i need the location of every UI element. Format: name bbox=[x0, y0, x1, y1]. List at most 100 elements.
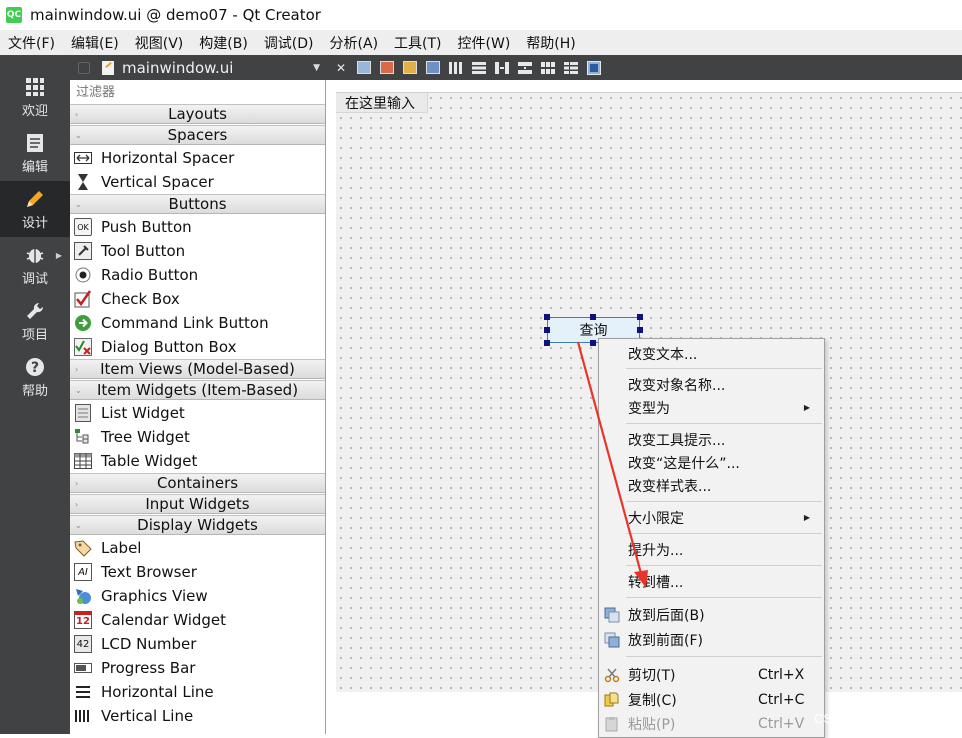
menu-change-object-name[interactable]: 改变对象名称... bbox=[599, 373, 824, 396]
category-label: Input Widgets bbox=[145, 495, 250, 513]
widget-calendar-widget[interactable]: 12 Calendar Widget bbox=[74, 608, 226, 632]
widget-filter-input[interactable] bbox=[70, 80, 325, 104]
category-item-widgets[interactable]: ⌄ Item Widgets (Item-Based) bbox=[70, 380, 325, 400]
category-buttons[interactable]: ⌄ Buttons bbox=[70, 194, 325, 214]
menu-change-stylesheet[interactable]: 改变样式表... bbox=[599, 474, 824, 497]
menu-go-to-slot[interactable]: 转到槽... bbox=[599, 570, 824, 593]
open-file-selector[interactable]: mainwindow.ui ▼ bbox=[70, 55, 328, 80]
menu-cut[interactable]: 剪切(T) Ctrl+X bbox=[599, 663, 824, 686]
lock-icon bbox=[78, 61, 90, 74]
mode-debug[interactable]: ▶ 调试 bbox=[0, 237, 70, 293]
submenu-arrow-icon: ▶ bbox=[803, 403, 810, 412]
layout-grid-icon[interactable] bbox=[539, 59, 557, 77]
expand-arrow-icon: ▶ bbox=[55, 251, 62, 260]
form-menu-bar-placeholder[interactable]: 在这里输入 bbox=[336, 93, 428, 113]
edit-tab-order-icon[interactable] bbox=[424, 59, 442, 77]
category-item-views[interactable]: › Item Views (Model-Based) bbox=[70, 359, 325, 379]
mode-label: 调试 bbox=[21, 271, 48, 287]
menu-view[interactable]: 视图(V) bbox=[127, 33, 192, 53]
menu-label: 变型为 bbox=[628, 400, 670, 417]
graphics-view-icon bbox=[74, 587, 92, 605]
widget-label: Tree Widget bbox=[101, 428, 190, 446]
submenu-arrow-icon: ▶ bbox=[803, 513, 810, 522]
edit-signals-slots-icon[interactable] bbox=[378, 59, 396, 77]
widget-push-button[interactable]: OK Push Button bbox=[74, 215, 192, 239]
tree-widget-icon bbox=[74, 428, 92, 446]
resize-handle[interactable] bbox=[544, 327, 550, 333]
help-icon: ? bbox=[25, 356, 45, 378]
widget-radio-button[interactable]: Radio Button bbox=[74, 263, 198, 287]
widget-dialog-button-box[interactable]: Dialog Button Box bbox=[74, 335, 236, 359]
layout-horizontal-icon[interactable] bbox=[447, 59, 465, 77]
category-layouts[interactable]: › Layouts bbox=[70, 104, 325, 124]
widget-vertical-line[interactable]: Vertical Line bbox=[74, 704, 193, 728]
menu-shortcut: Ctrl+V bbox=[758, 715, 805, 732]
menu-send-to-back[interactable]: 放到后面(B) bbox=[599, 603, 824, 626]
layout-vertical-splitter-icon[interactable] bbox=[516, 59, 534, 77]
widget-horizontal-spacer[interactable]: Horizontal Spacer bbox=[74, 146, 234, 170]
category-input-widgets[interactable]: › Input Widgets bbox=[70, 494, 325, 514]
widget-horizontal-line[interactable]: Horizontal Line bbox=[74, 680, 214, 704]
category-containers[interactable]: › Containers bbox=[70, 473, 325, 493]
menu-morph-into[interactable]: 变型为 ▶ bbox=[599, 396, 824, 419]
widget-graphics-view[interactable]: Graphics View bbox=[74, 584, 208, 608]
menu-bring-to-front[interactable]: 放到前面(F) bbox=[599, 628, 824, 651]
mode-projects[interactable]: 项目 bbox=[0, 293, 70, 349]
widget-lcd-number[interactable]: 42 LCD Number bbox=[74, 632, 196, 656]
resize-handle[interactable] bbox=[590, 340, 596, 346]
menu-size-constraints[interactable]: 大小限定 ▶ bbox=[599, 506, 824, 529]
mode-label: 帮助 bbox=[21, 383, 48, 399]
resize-handle[interactable] bbox=[637, 327, 643, 333]
resize-handle[interactable] bbox=[637, 314, 643, 320]
mode-help[interactable]: ? 帮助 bbox=[0, 349, 70, 405]
category-display-widgets[interactable]: ⌄ Display Widgets bbox=[70, 515, 325, 535]
menu-shortcut: Ctrl+X bbox=[758, 666, 805, 683]
widget-command-link-button[interactable]: Command Link Button bbox=[74, 311, 269, 335]
close-document-icon[interactable]: ✕ bbox=[332, 59, 350, 77]
resize-handle[interactable] bbox=[544, 314, 550, 320]
menu-edit[interactable]: 编辑(E) bbox=[63, 33, 127, 53]
widget-list-widget[interactable]: List Widget bbox=[74, 401, 185, 425]
widget-text-browser[interactable]: AI Text Browser bbox=[74, 560, 197, 584]
widget-table-widget[interactable]: Table Widget bbox=[74, 449, 197, 473]
category-label: Layouts bbox=[168, 105, 227, 123]
widget-tool-button[interactable]: Tool Button bbox=[74, 239, 185, 263]
widget-label[interactable]: Label bbox=[74, 536, 141, 560]
widget-vertical-spacer[interactable]: Vertical Spacer bbox=[74, 170, 214, 194]
layout-horizontal-splitter-icon[interactable] bbox=[493, 59, 511, 77]
menu-help[interactable]: 帮助(H) bbox=[518, 33, 583, 53]
menu-change-whats-this[interactable]: 改变“这是什么”... bbox=[599, 451, 824, 474]
menu-tools[interactable]: 工具(T) bbox=[386, 33, 449, 53]
mode-edit[interactable]: 编辑 bbox=[0, 125, 70, 181]
menu-file[interactable]: 文件(F) bbox=[0, 33, 63, 53]
mode-design[interactable]: 设计 bbox=[0, 181, 70, 237]
menu-paste[interactable]: 粘贴(P) Ctrl+V bbox=[599, 712, 824, 735]
watermark: CSDN @刘鑫磊up bbox=[814, 711, 922, 726]
widget-check-box[interactable]: Check Box bbox=[74, 287, 180, 311]
resize-handle[interactable] bbox=[590, 314, 596, 320]
resize-handle[interactable] bbox=[544, 340, 550, 346]
adjust-size-icon[interactable] bbox=[585, 59, 603, 77]
mode-welcome[interactable]: 欢迎 bbox=[0, 69, 70, 125]
menu-change-tooltip[interactable]: 改变工具提示... bbox=[599, 428, 824, 451]
layout-vertical-icon[interactable] bbox=[470, 59, 488, 77]
file-name: mainwindow.ui bbox=[122, 58, 234, 77]
layout-form-icon[interactable] bbox=[562, 59, 580, 77]
menu-analyze[interactable]: 分析(A) bbox=[322, 33, 387, 53]
edit-buddies-icon[interactable] bbox=[401, 59, 419, 77]
menu-change-text[interactable]: 改变文本... bbox=[599, 342, 824, 365]
widget-tree-widget[interactable]: Tree Widget bbox=[74, 425, 190, 449]
widget-progress-bar[interactable]: Progress Bar bbox=[74, 656, 195, 680]
category-spacers[interactable]: ⌄ Spacers bbox=[70, 125, 325, 145]
edit-widgets-icon[interactable] bbox=[355, 59, 373, 77]
menu-promote-to[interactable]: 提升为... bbox=[599, 538, 824, 561]
menu-controls[interactable]: 控件(W) bbox=[450, 33, 519, 53]
expanded-arrow-icon: ⌄ bbox=[75, 385, 82, 395]
widget-label: Vertical Spacer bbox=[101, 173, 214, 191]
grid-icon bbox=[25, 76, 45, 98]
menu-build[interactable]: 构建(B) bbox=[191, 33, 256, 53]
menu-debug[interactable]: 调试(D) bbox=[256, 33, 322, 53]
menu-label: 转到槽... bbox=[628, 574, 684, 591]
menu-copy[interactable]: 复制(C) Ctrl+C bbox=[599, 688, 824, 711]
horizontal-line-icon bbox=[74, 683, 92, 701]
